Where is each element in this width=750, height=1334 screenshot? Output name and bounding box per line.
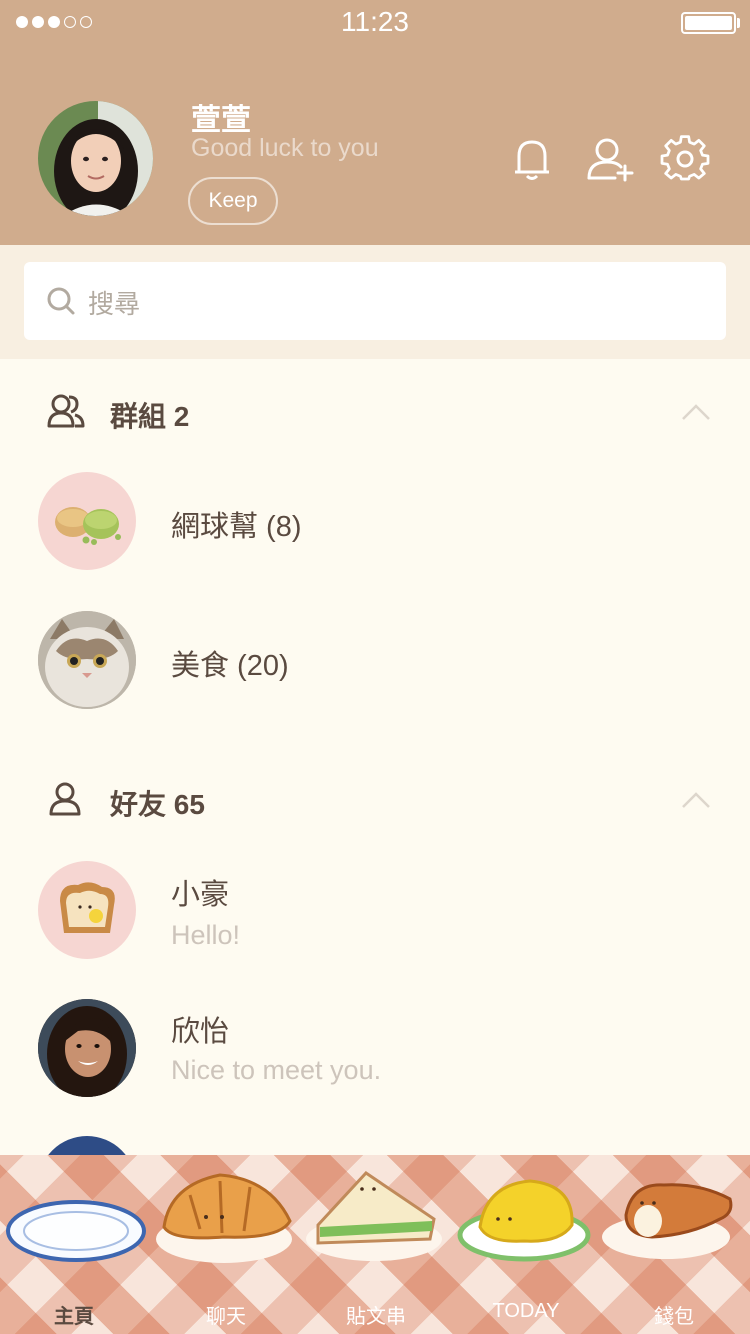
gear-icon[interactable] bbox=[660, 134, 710, 184]
friend-name: 欣怡 bbox=[171, 1016, 230, 1048]
group-name: 網球幫 (8) bbox=[171, 511, 302, 543]
bell-icon[interactable] bbox=[507, 134, 557, 184]
group-name: 美食 (20) bbox=[171, 650, 289, 682]
tab-home[interactable]: 主頁 bbox=[14, 1300, 134, 1329]
toast-avatar bbox=[38, 861, 136, 959]
croissant-icon bbox=[156, 1173, 292, 1263]
battery-icon bbox=[681, 12, 736, 34]
search-placeholder: 搜尋 bbox=[88, 289, 141, 319]
battery-tip bbox=[737, 18, 740, 28]
collapse-friends-chevron-icon[interactable] bbox=[681, 790, 711, 810]
status-time: 11:23 bbox=[341, 6, 409, 37]
sandwich-icon bbox=[306, 1171, 442, 1261]
tab-wallet[interactable]: 錢包 bbox=[614, 1300, 734, 1329]
tab-chats[interactable]: 聊天 bbox=[166, 1300, 286, 1329]
friend-status-message: Hello! bbox=[171, 920, 241, 950]
cat-avatar bbox=[38, 611, 136, 709]
tab-today[interactable]: TODAY bbox=[466, 1300, 586, 1323]
friend-status-message: Nice to meet you. bbox=[171, 1055, 382, 1085]
woman-avatar bbox=[38, 999, 136, 1097]
tab-timeline[interactable]: 貼文串 bbox=[316, 1300, 436, 1329]
macaron-avatar bbox=[38, 472, 136, 570]
profile-status-message: Good luck to you bbox=[191, 134, 379, 162]
person-icon bbox=[48, 781, 82, 817]
search-icon bbox=[46, 286, 76, 316]
plate-icon bbox=[6, 1200, 146, 1262]
groups-section-title: 群組 2 bbox=[110, 401, 190, 432]
group-icon bbox=[47, 393, 85, 429]
collapse-groups-chevron-icon[interactable] bbox=[681, 402, 711, 422]
friends-section-title: 好友 65 bbox=[110, 789, 205, 820]
cornet-bread-icon bbox=[602, 1183, 733, 1259]
add-friend-icon[interactable] bbox=[585, 134, 635, 184]
keep-button[interactable]: Keep bbox=[188, 177, 278, 225]
friend-name: 小豪 bbox=[171, 879, 230, 911]
profile-avatar[interactable] bbox=[38, 101, 153, 216]
profile-name: 萱萱 bbox=[191, 104, 251, 137]
omelette-icon bbox=[457, 1179, 591, 1262]
